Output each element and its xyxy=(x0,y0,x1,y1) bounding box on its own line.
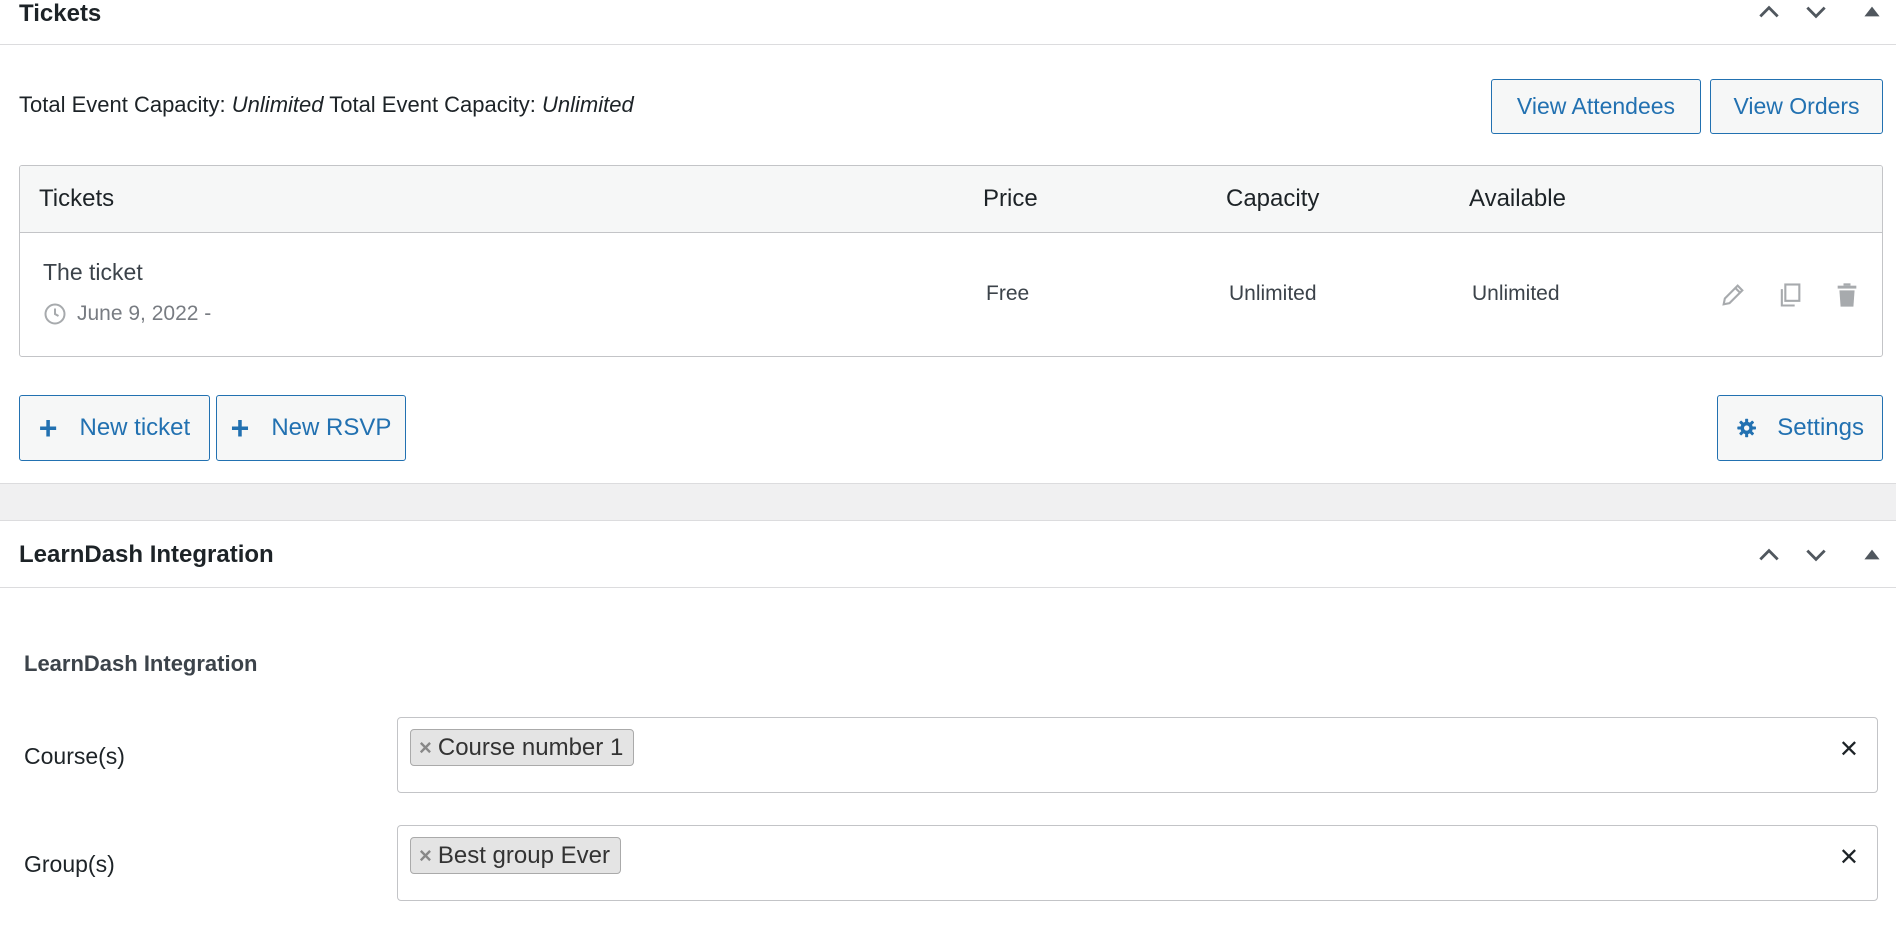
selected-group-label: Best group Ever xyxy=(437,841,610,869)
plus-icon: + xyxy=(38,410,58,446)
duplicate-ticket-button[interactable] xyxy=(1773,278,1807,312)
new-rsvp-button[interactable]: + New RSVP xyxy=(216,395,406,461)
ticket-date-wrap: June 9, 2022 - xyxy=(43,302,211,326)
remove-chip-icon[interactable]: × xyxy=(419,735,432,761)
view-attendees-button[interactable]: View Attendees xyxy=(1491,79,1701,134)
capacity-label: Total Event Capacity: xyxy=(19,92,226,117)
ticket-name[interactable]: The ticket xyxy=(43,259,143,286)
trash-icon xyxy=(1837,283,1857,307)
settings-label: Settings xyxy=(1777,414,1864,441)
capacity-value: Unlimited xyxy=(542,92,634,117)
tickets-table: Tickets Price Capacity Available The tic… xyxy=(19,165,1883,357)
move-down-button[interactable] xyxy=(1796,535,1836,575)
groups-select[interactable]: × Best group Ever ✕ xyxy=(397,825,1878,901)
settings-button[interactable]: Settings xyxy=(1717,395,1883,461)
column-header-available: Available xyxy=(1469,185,1566,212)
selected-course-chip: × Course number 1 xyxy=(410,729,635,766)
groups-label: Group(s) xyxy=(24,851,115,877)
view-orders-button[interactable]: View Orders xyxy=(1710,79,1883,134)
copy-icon xyxy=(1780,283,1801,307)
ticket-capacity: Unlimited xyxy=(1229,282,1317,305)
chevron-up-icon xyxy=(1759,548,1779,561)
pencil-icon xyxy=(1722,284,1744,306)
tickets-box-header: Tickets xyxy=(0,0,1896,45)
toggle-panel-button[interactable] xyxy=(1852,0,1892,32)
table-header: Tickets Price Capacity Available xyxy=(20,166,1882,233)
delete-ticket-button[interactable] xyxy=(1830,278,1864,312)
chevron-up-icon xyxy=(1759,5,1779,18)
move-up-button[interactable] xyxy=(1749,0,1789,32)
new-ticket-button[interactable]: + New ticket xyxy=(19,395,210,461)
section-separator xyxy=(0,483,1896,521)
triangle-up-icon xyxy=(1864,6,1880,17)
tickets-box-title: Tickets xyxy=(19,0,102,27)
clear-selection-icon[interactable]: ✕ xyxy=(1839,843,1859,872)
learndash-box-header: LearnDash Integration xyxy=(0,521,1896,588)
new-rsvp-label: New RSVP xyxy=(271,414,392,441)
move-down-button[interactable] xyxy=(1796,0,1836,32)
triangle-up-icon xyxy=(1864,549,1880,560)
event-capacity-text: Total Event Capacity: Unlimited Total Ev… xyxy=(19,92,634,118)
chevron-down-icon xyxy=(1806,6,1826,19)
ticket-date: June 9, 2022 - xyxy=(77,302,212,325)
ticket-available: Unlimited xyxy=(1472,282,1560,305)
move-up-button[interactable] xyxy=(1749,535,1789,575)
column-header-tickets: Tickets xyxy=(39,185,115,212)
ticket-price: Free xyxy=(986,282,1030,305)
clear-selection-icon[interactable]: ✕ xyxy=(1839,735,1859,764)
learndash-box-title: LearnDash Integration xyxy=(19,541,274,568)
capacity-label: Total Event Capacity: xyxy=(329,92,536,117)
selected-group-chip: × Best group Ever xyxy=(410,837,621,874)
courses-select[interactable]: × Course number 1 ✕ xyxy=(397,717,1878,793)
gear-icon xyxy=(1737,418,1756,438)
toggle-panel-button[interactable] xyxy=(1852,535,1892,575)
remove-chip-icon[interactable]: × xyxy=(419,843,432,869)
courses-label: Course(s) xyxy=(24,743,125,769)
chevron-down-icon xyxy=(1806,549,1826,562)
plus-icon: + xyxy=(230,410,250,446)
clock-icon xyxy=(44,303,66,325)
column-header-capacity: Capacity xyxy=(1226,185,1320,212)
column-header-price: Price xyxy=(983,185,1038,212)
capacity-value: Unlimited xyxy=(231,92,324,117)
table-row: The ticket June 9, 2022 - Free Unlimited… xyxy=(20,233,1882,356)
selected-course-label: Course number 1 xyxy=(437,733,624,761)
learndash-section-label: LearnDash Integration xyxy=(24,651,258,676)
new-ticket-label: New ticket xyxy=(79,414,191,441)
edit-ticket-button[interactable] xyxy=(1716,278,1750,312)
